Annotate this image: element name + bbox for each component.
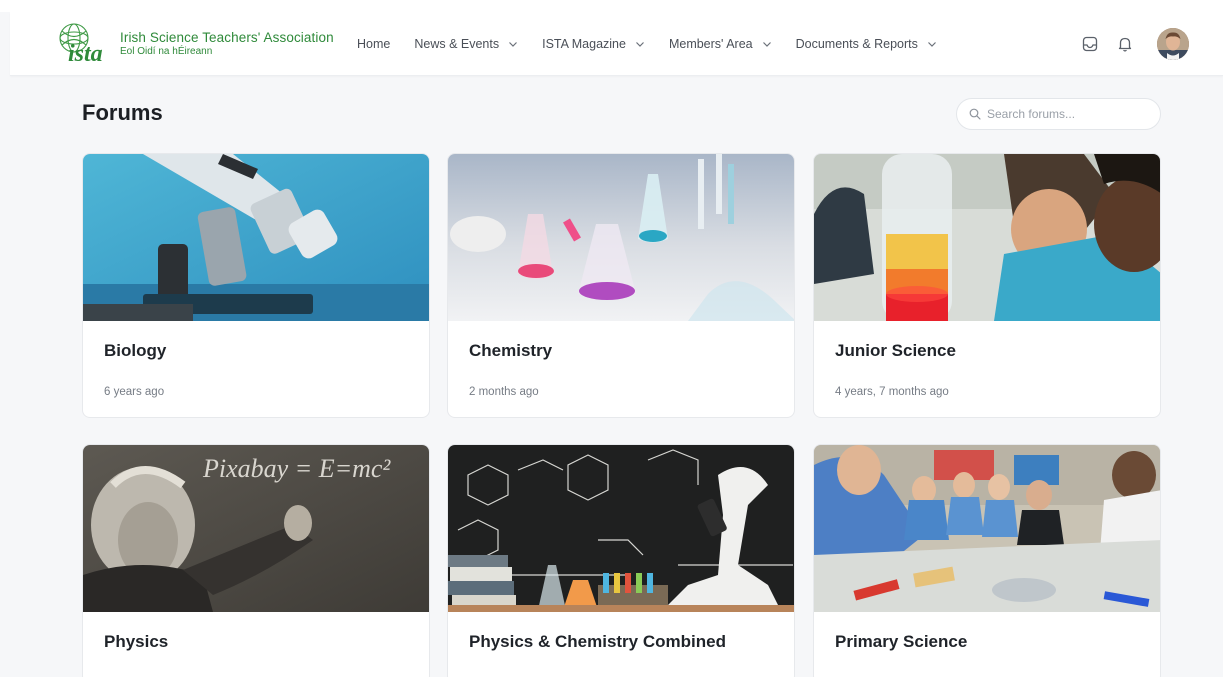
nav-home[interactable]: Home — [357, 37, 390, 51]
search-icon — [969, 108, 981, 120]
forum-card-primary-science[interactable]: Primary Science — [813, 444, 1161, 677]
nav-members-area-label: Members' Area — [668, 37, 753, 51]
logo-subtitle: Eol Oidí na hÉireann — [120, 46, 213, 58]
chevron-down-icon — [635, 39, 645, 49]
forum-image-students-bottle — [814, 154, 1160, 321]
chevron-down-icon — [762, 39, 772, 49]
site-logo[interactable]: ista Irish Science Teachers' Association… — [54, 22, 334, 66]
forum-card-junior-science[interactable]: Junior Science 4 years, 7 months ago — [813, 153, 1161, 418]
forum-image-lab-flasks — [448, 154, 794, 321]
forum-title[interactable]: Physics — [104, 632, 168, 652]
nav-ista-magazine[interactable]: ISTA Magazine — [542, 37, 645, 51]
inbox-icon[interactable] — [1080, 34, 1100, 54]
user-avatar[interactable] — [1157, 28, 1189, 60]
header-actions — [1065, 12, 1189, 76]
page-title: Forums — [82, 100, 163, 125]
site-header: ista Irish Science Teachers' Association… — [10, 12, 1223, 76]
forum-image-chemistry-blackboard-microscope — [448, 445, 794, 612]
nav-ista-magazine-label: ISTA Magazine — [542, 37, 626, 51]
forum-title[interactable]: Primary Science — [835, 632, 967, 652]
forum-title[interactable]: Junior Science — [835, 341, 956, 361]
logo-mark-text: ista — [68, 41, 103, 66]
forum-card-physics[interactable]: Pixabay = E=mc² Physics — [82, 444, 430, 677]
nav-home-label: Home — [357, 37, 391, 51]
forum-image-microscope — [83, 154, 429, 321]
main-nav: Home News & Events ISTA Magazine Members… — [357, 12, 961, 76]
blackboard-equation: Pixabay = E=mc² — [202, 454, 391, 483]
search-forums[interactable] — [956, 98, 1161, 130]
nav-members-area[interactable]: Members' Area — [669, 37, 772, 51]
forum-card-chemistry[interactable]: Chemistry 2 months ago — [447, 153, 795, 418]
nav-news-events[interactable]: News & Events — [414, 37, 518, 51]
bell-icon[interactable] — [1115, 34, 1135, 54]
forum-title[interactable]: Chemistry — [469, 341, 552, 361]
nav-documents-reports-label: Documents & Reports — [795, 37, 918, 51]
forum-image-classroom — [814, 445, 1160, 612]
window-top-bar — [0, 0, 1223, 12]
forum-card-biology[interactable]: Biology 6 years ago — [82, 153, 430, 418]
forum-title[interactable]: Biology — [104, 341, 166, 361]
forum-title[interactable]: Physics & Chemistry Combined — [469, 632, 726, 652]
nav-documents-reports[interactable]: Documents & Reports — [796, 37, 937, 51]
forum-last-activity: 2 months ago — [469, 386, 539, 398]
chevron-down-icon — [508, 39, 518, 49]
forum-image-einstein-blackboard: Pixabay = E=mc² — [83, 445, 429, 612]
chevron-down-icon — [927, 39, 937, 49]
forum-last-activity: 4 years, 7 months ago — [835, 386, 949, 398]
forum-card-physics-chemistry-combined[interactable]: Physics & Chemistry Combined — [447, 444, 795, 677]
ista-logo-mark: ista — [54, 22, 122, 66]
logo-title: Irish Science Teachers' Association — [120, 29, 334, 45]
search-input[interactable] — [987, 107, 1157, 121]
nav-news-events-label: News & Events — [414, 37, 500, 51]
forum-last-activity: 6 years ago — [104, 386, 165, 398]
